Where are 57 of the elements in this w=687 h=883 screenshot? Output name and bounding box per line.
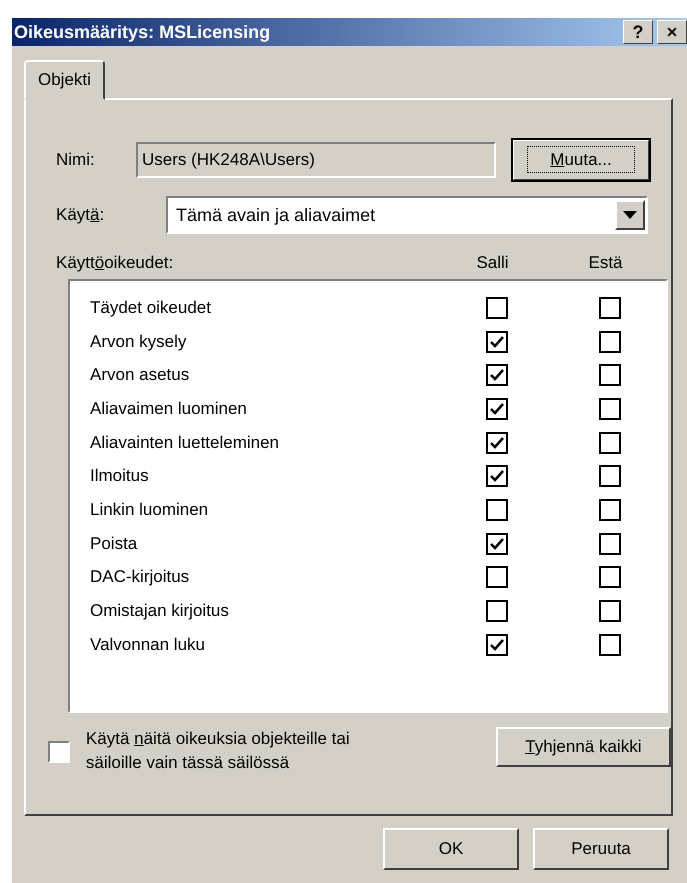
tab[interactable]: Objekti	[24, 60, 105, 100]
column-header: Estä	[587, 253, 624, 273]
allow-checkbox[interactable]	[486, 364, 508, 386]
permission-name: Valvonnan luku	[89, 634, 206, 655]
permission-name: Poista	[89, 534, 138, 554]
allow-checkbox[interactable]	[486, 600, 508, 622]
deny-checkbox[interactable]	[598, 364, 621, 386]
clear-all-button[interactable]: Tyhjennä kaikki	[496, 727, 671, 767]
check-icon	[490, 436, 504, 449]
deny-checkbox[interactable]	[598, 532, 621, 555]
deny-checkbox[interactable]	[598, 330, 621, 353]
name-field[interactable]: Users (HK248A\Users)	[136, 142, 496, 178]
check-icon	[490, 369, 504, 382]
inherit-label: Käytä näitä oikeuksia objekteille tai säiloille vain tässä säilössä	[86, 728, 351, 774]
check-icon	[490, 638, 504, 651]
allow-checkbox[interactable]	[486, 634, 508, 656]
permission-name: Arvon kysely	[89, 332, 188, 352]
deny-checkbox[interactable]	[598, 498, 621, 521]
cancel-button[interactable]: Peruuta	[533, 828, 669, 870]
window-title: Oikeusmääritys: MSLicensing	[14, 22, 270, 42]
deny-checkbox[interactable]	[598, 398, 621, 420]
deny-checkbox[interactable]	[598, 465, 621, 488]
allow-checkbox[interactable]	[486, 566, 508, 588]
apply-label: Käytä:	[56, 205, 106, 225]
close-button[interactable]: ×	[657, 20, 687, 44]
help-button[interactable]: ?	[623, 20, 653, 44]
permission-name: Omistajan kirjoitus	[89, 601, 230, 622]
permissions-heading: Käyttöoikeudet:	[56, 253, 174, 273]
permission-name: Ilmoitus	[89, 466, 150, 486]
apply-dropdown[interactable]: Tämä avain ja aliavaimet	[166, 196, 648, 234]
deny-checkbox[interactable]	[598, 296, 621, 319]
deny-checkbox[interactable]	[598, 634, 621, 656]
permission-name: Aliavainten luetteleminen	[89, 432, 280, 453]
column-header: Salli	[475, 253, 510, 273]
check-icon	[490, 538, 504, 550]
allow-checkbox[interactable]	[486, 330, 508, 353]
ok-button[interactable]: OK	[383, 828, 519, 870]
allow-checkbox[interactable]	[486, 296, 508, 319]
change-button[interactable]: Muuta...	[512, 139, 650, 181]
allow-checkbox[interactable]	[486, 532, 508, 555]
name-label: Nimi:	[56, 150, 96, 170]
allow-checkbox[interactable]	[486, 432, 508, 454]
check-icon	[490, 470, 504, 482]
permission-name: Täydet oikeudet	[89, 298, 212, 318]
permission-name: DAC-kirjoitus	[89, 567, 190, 588]
permission-name: Aliavaimen luominen	[89, 398, 248, 419]
check-icon	[490, 402, 504, 415]
permission-name: Arvon asetus	[89, 365, 190, 386]
inherit-checkbox[interactable]	[48, 741, 70, 763]
deny-checkbox[interactable]	[598, 432, 621, 454]
check-icon	[490, 336, 504, 348]
deny-checkbox[interactable]	[598, 600, 621, 622]
allow-checkbox[interactable]	[486, 498, 508, 521]
allow-checkbox[interactable]	[486, 465, 508, 488]
permission-name: Linkin luominen	[89, 500, 210, 520]
allow-checkbox[interactable]	[486, 398, 508, 420]
deny-checkbox[interactable]	[598, 566, 621, 588]
